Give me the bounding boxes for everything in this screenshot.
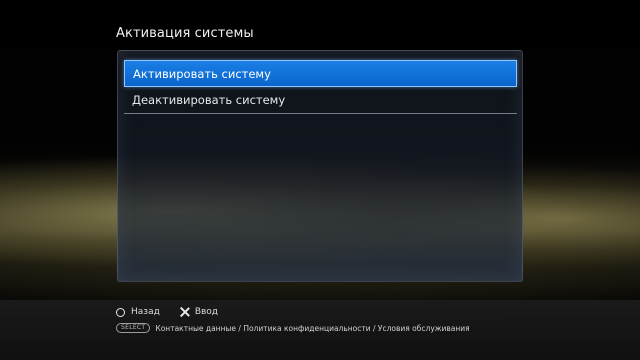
enter-label: Ввод bbox=[194, 307, 219, 317]
menu-list: Активировать систему Деактивировать сист… bbox=[124, 60, 517, 114]
back-label: Назад bbox=[131, 307, 160, 317]
circle-icon bbox=[116, 307, 125, 317]
button-hints: Назад Ввод bbox=[116, 307, 238, 317]
cross-icon bbox=[180, 307, 190, 317]
legal-links-text[interactable]: Контактные данные / Политика конфиденциа… bbox=[155, 324, 469, 333]
menu-item-activate-system[interactable]: Активировать систему bbox=[124, 60, 517, 87]
menu-item-label: Активировать систему bbox=[133, 66, 271, 81]
select-button-badge: SELECT bbox=[116, 323, 151, 333]
menu-panel: Активировать систему Деактивировать сист… bbox=[117, 50, 523, 282]
menu-item-label: Деактивировать систему bbox=[132, 93, 286, 107]
menu-item-deactivate-system[interactable]: Деактивировать систему bbox=[124, 87, 517, 114]
screen-title: Активация системы bbox=[116, 26, 254, 41]
footer-links: SELECT Контактные данные / Политика конф… bbox=[116, 323, 470, 333]
back-hint[interactable]: Назад bbox=[116, 307, 160, 317]
enter-hint[interactable]: Ввод bbox=[180, 307, 218, 317]
